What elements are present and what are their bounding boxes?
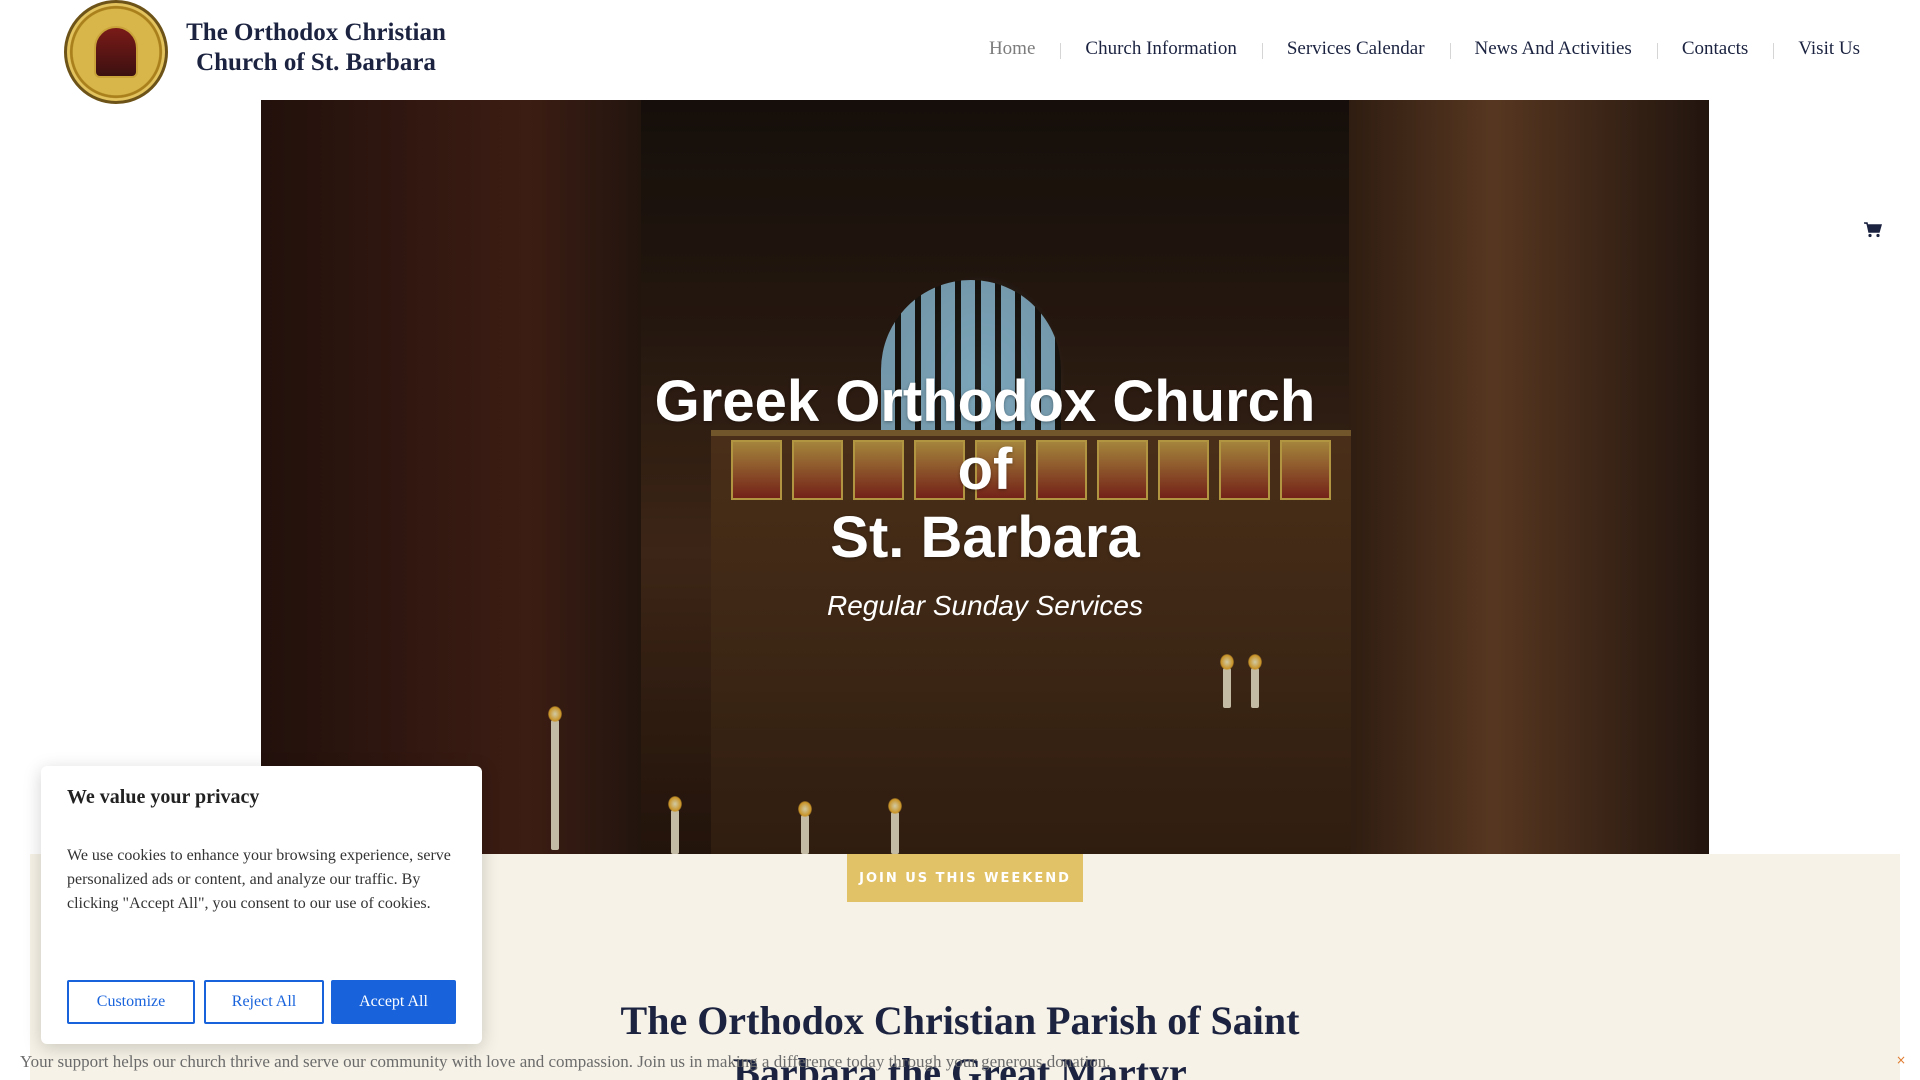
- hero-title-line: of: [957, 437, 1013, 502]
- hero-banner: Greek Orthodox Church of St. Barbara Reg…: [261, 100, 1709, 854]
- church-seal-icon[interactable]: [64, 0, 168, 104]
- nav-item-church-information[interactable]: Church Information: [1060, 38, 1261, 60]
- site-title[interactable]: The Orthodox Christian Church of St. Bar…: [186, 18, 446, 78]
- hero-title-line: St. Barbara: [830, 505, 1140, 570]
- cookie-heading: We value your privacy: [67, 786, 260, 808]
- accept-all-button[interactable]: Accept All: [331, 980, 456, 1024]
- hero-text: Greek Orthodox Church of St. Barbara Reg…: [261, 100, 1709, 854]
- donation-close-icon[interactable]: ×: [1896, 1053, 1906, 1067]
- nav-item-home[interactable]: Home: [964, 38, 1060, 60]
- cart-icon[interactable]: [1864, 222, 1882, 238]
- site-header: The Orthodox Christian Church of St. Bar…: [0, 0, 1920, 104]
- hero-subtitle: Regular Sunday Services: [827, 590, 1143, 621]
- donation-text: Your support helps our church thrive and…: [20, 1052, 1111, 1071]
- customize-button[interactable]: Customize: [67, 980, 195, 1024]
- hero-title: Greek Orthodox Church of St. Barbara: [585, 368, 1385, 572]
- nav-item-visit-us[interactable]: Visit Us: [1773, 38, 1860, 60]
- join-us-button[interactable]: JOIN US THIS WEEKEND: [847, 854, 1083, 902]
- nav-item-news-and-activities[interactable]: News And Activities: [1449, 38, 1657, 60]
- reject-all-button[interactable]: Reject All: [204, 980, 324, 1024]
- nav-item-services-calendar[interactable]: Services Calendar: [1261, 38, 1450, 60]
- cookie-consent-banner: We value your privacy We use cookies to …: [41, 766, 482, 1044]
- cookie-body: We use cookies to enhance your browsing …: [67, 847, 451, 912]
- nav-item-contacts[interactable]: Contacts: [1656, 38, 1774, 60]
- main-nav: Home Church Information Services Calenda…: [964, 38, 1860, 60]
- hero-title-line: Greek Orthodox Church: [654, 369, 1316, 434]
